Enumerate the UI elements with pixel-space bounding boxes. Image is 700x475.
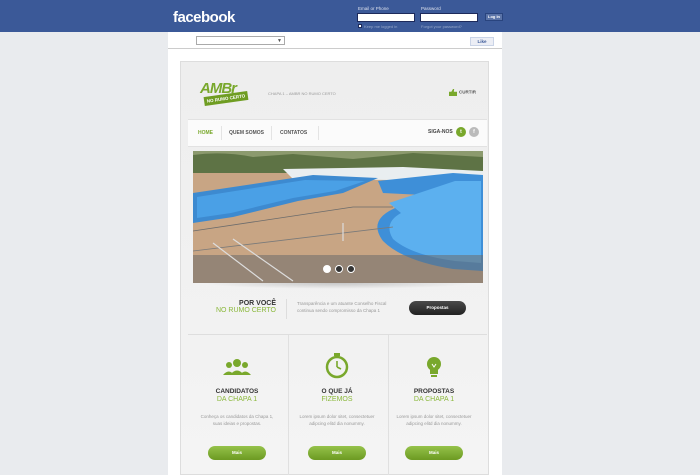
nav-divider <box>271 126 272 140</box>
password-field[interactable] <box>420 13 478 22</box>
feature-propostas: PROPOSTAS DA CHAPA 1 Lorem ipsum dolor s… <box>384 335 484 475</box>
follow-label: SIGA-NOS <box>428 129 453 135</box>
facebook-icon[interactable]: f <box>469 127 479 137</box>
hero-shadow <box>200 283 476 289</box>
slider-dot-active[interactable] <box>335 265 343 273</box>
feature-subtitle: FIZEMOS <box>321 396 353 403</box>
feature-text: Lorem ipsum dolor sitet, consectetuer ad… <box>396 414 472 426</box>
curtir-button[interactable]: CURTIR <box>449 89 476 96</box>
intro-title: POR VOCÊ <box>239 300 276 307</box>
facebook-header <box>0 0 700 32</box>
curtir-label: CURTIR <box>459 89 476 95</box>
intro-text: Transparência e um atuante Conselho Fisc… <box>297 301 387 313</box>
twitter-icon[interactable]: t <box>456 127 466 137</box>
mais-button[interactable]: Mais <box>308 446 366 460</box>
keep-logged-label: Keep me logged in <box>364 24 398 29</box>
mais-button[interactable]: Mais <box>405 446 463 460</box>
feature-fizemos: O QUE JÁ FIZEMOS Lorem ipsum dolor sitet… <box>287 335 387 475</box>
feature-title: O QUE JÁ <box>321 388 353 395</box>
lightbulb-icon <box>384 355 484 379</box>
mais-button[interactable]: Mais <box>208 446 266 460</box>
feature-title: CANDIDATOS <box>215 388 259 395</box>
nav-divider <box>221 126 222 140</box>
feature-candidatos: CANDIDATOS DA CHAPA 1 Conheça os candida… <box>187 335 287 475</box>
people-icon <box>187 355 287 379</box>
stopwatch-icon <box>287 352 387 379</box>
forgot-password-link[interactable]: Forgot your password? <box>421 24 462 29</box>
intro-divider <box>286 299 287 319</box>
nav-quem-somos[interactable]: QUEM SOMOS <box>229 119 264 147</box>
feature-subtitle: DA CHAPA 1 <box>413 396 455 403</box>
propostas-button[interactable]: Propostas <box>409 301 466 315</box>
email-label: Email or Phone <box>358 6 389 11</box>
login-button[interactable]: Log In <box>485 13 503 21</box>
nav-contatos[interactable]: CONTATOS <box>280 119 307 147</box>
page-select[interactable]: ▼ <box>196 36 285 45</box>
facebook-logo[interactable]: facebook <box>173 9 235 26</box>
slider-dot[interactable] <box>323 265 331 273</box>
nav-divider <box>318 126 319 140</box>
feature-text: Lorem ipsum dolor sitet, consectetuer ad… <box>299 414 375 426</box>
email-field[interactable] <box>357 13 415 22</box>
hero-slider[interactable] <box>193 151 483 283</box>
intro-subtitle: NO RUMO CERTO <box>215 307 276 314</box>
slider-dot[interactable] <box>347 265 355 273</box>
like-button[interactable]: Like <box>470 37 494 46</box>
feature-text: Conheça os candidatos da Chapa 1, suas i… <box>200 414 274 426</box>
thumbs-up-icon <box>449 89 457 96</box>
chevron-down-icon: ▼ <box>277 38 282 44</box>
feature-subtitle: DA CHAPA 1 <box>216 396 258 403</box>
nav-home[interactable]: HOME <box>198 119 213 147</box>
password-label: Password <box>421 6 441 11</box>
pool-photo <box>193 151 483 283</box>
site-tagline: CHAPA 1 – AMBR NO RUMO CERTO <box>268 91 336 96</box>
keep-logged-checkbox[interactable] <box>358 24 362 28</box>
feature-title: PROPOSTAS <box>413 388 455 395</box>
